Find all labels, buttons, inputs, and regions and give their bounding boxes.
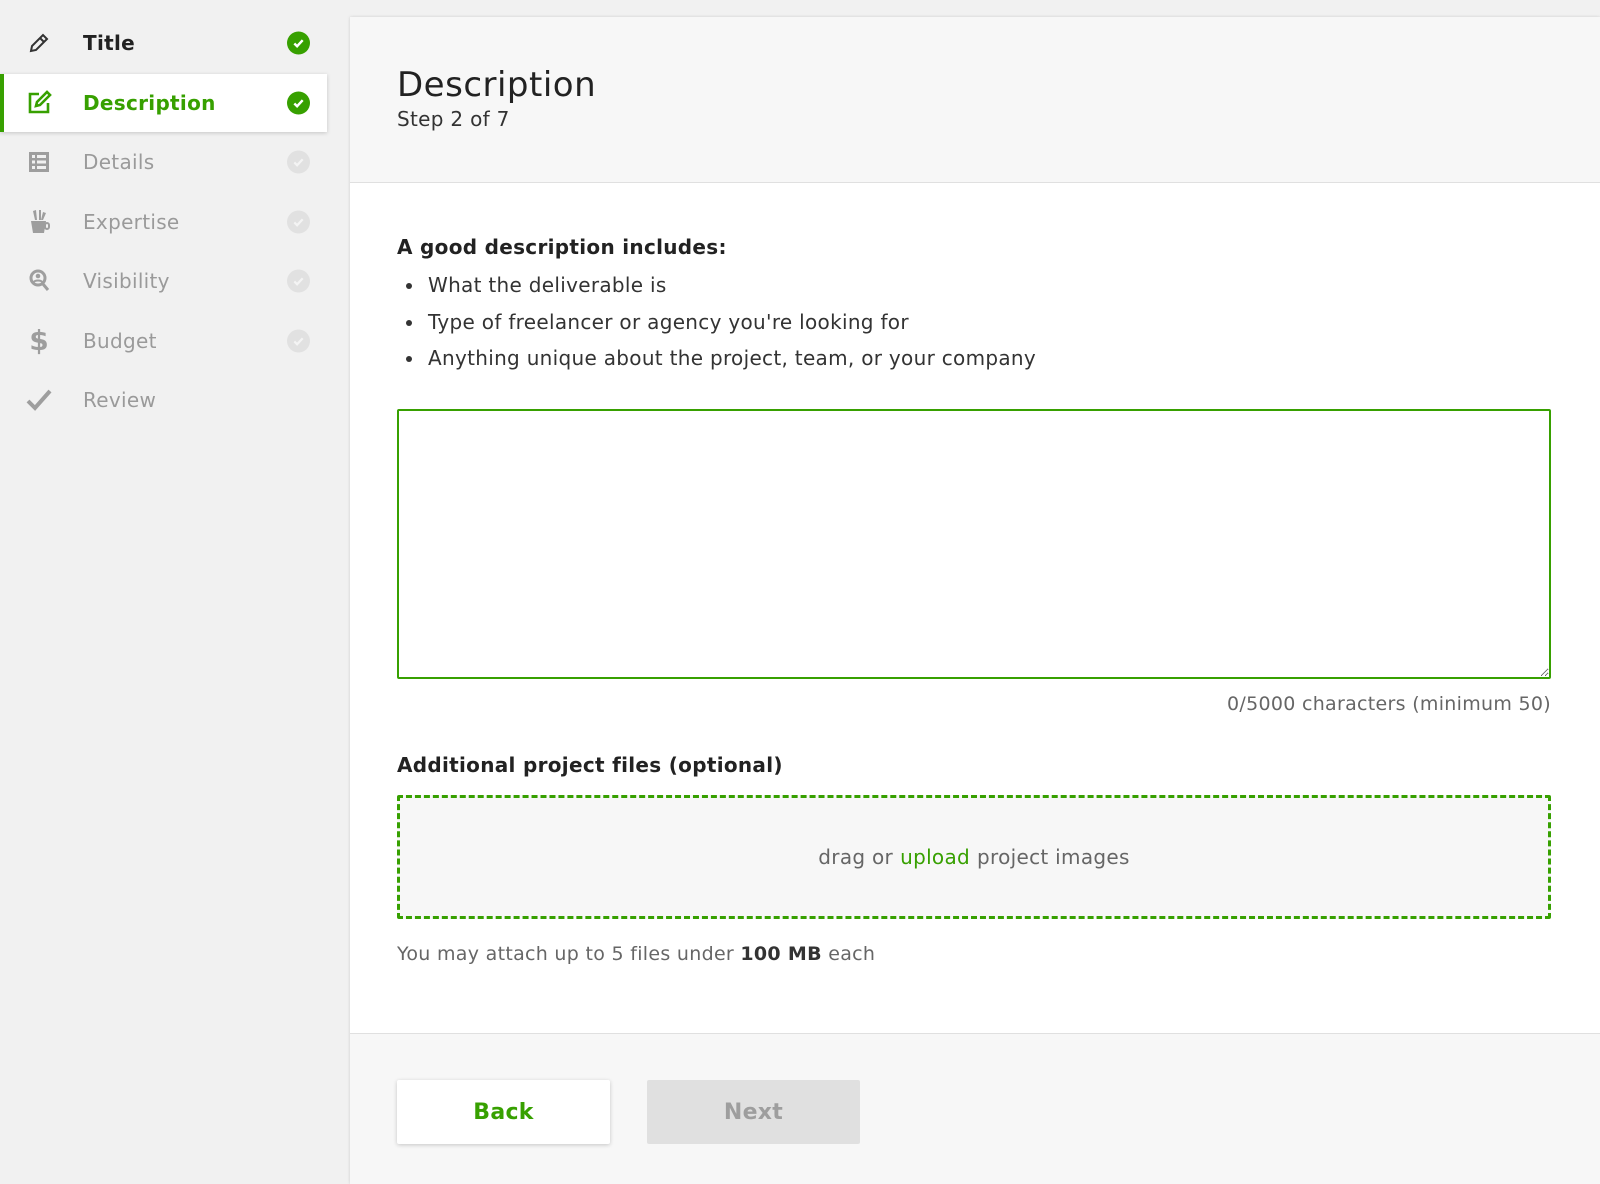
- page-title: Description: [397, 65, 597, 105]
- guide-heading: A good description includes:: [397, 235, 727, 259]
- sidebar-item-expertise[interactable]: Expertise: [0, 193, 327, 251]
- description-panel: Description Step 2 of 7 A good descripti…: [350, 17, 1600, 1184]
- sidebar-item-label: Budget: [83, 328, 157, 353]
- attachment-note-prefix: You may attach up to 5 files under: [397, 943, 735, 965]
- dollar-icon: $: [29, 324, 49, 357]
- step-indicator: Step 2 of 7: [397, 107, 510, 131]
- check-circle-icon: [287, 150, 310, 174]
- check-circle-icon: [287, 31, 310, 55]
- sidebar-item-label: Expertise: [83, 209, 180, 234]
- person-search-icon: [26, 268, 52, 294]
- check-circle-icon: [287, 269, 310, 293]
- list-item: Anything unique about the project, team,…: [397, 340, 1036, 377]
- check-circle-icon: [287, 329, 310, 352]
- list-item: Type of freelancer or agency you're look…: [397, 304, 1036, 341]
- sidebar-item-review[interactable]: Review: [0, 371, 327, 429]
- next-button[interactable]: Next: [647, 1080, 860, 1144]
- sidebar-item-title[interactable]: Title: [0, 14, 327, 72]
- edit-square-icon: [26, 89, 52, 116]
- list-icon: [26, 149, 52, 175]
- check-circle-icon: [287, 91, 310, 114]
- dropzone-suffix: project images: [977, 845, 1130, 869]
- sidebar-item-label: Title: [83, 31, 135, 55]
- attachment-size-limit: 100 MB: [740, 943, 822, 965]
- panel-header: Description Step 2 of 7: [350, 17, 1600, 183]
- panel-footer: Back Next: [350, 1033, 1600, 1184]
- sidebar-item-label: Review: [83, 388, 157, 412]
- back-button[interactable]: Back: [397, 1080, 610, 1144]
- panel-body: A good description includes: What the de…: [350, 183, 1600, 1032]
- sidebar-item-label: Description: [83, 90, 216, 115]
- file-dropzone[interactable]: drag or upload project images: [397, 795, 1551, 919]
- files-heading: Additional project files (optional): [397, 753, 783, 777]
- sidebar-item-budget[interactable]: $ Budget: [0, 312, 327, 370]
- list-item: What the deliverable is: [397, 267, 1036, 304]
- description-textarea[interactable]: [397, 409, 1551, 679]
- sidebar-item-label: Details: [83, 150, 155, 174]
- attachment-note: You may attach up to 5 files under 100 M…: [397, 943, 875, 965]
- checkmark-icon: [26, 387, 52, 413]
- sidebar-item-label: Visibility: [83, 269, 170, 293]
- guide-list: What the deliverable is Type of freelanc…: [397, 267, 1036, 377]
- character-counter: 0/5000 characters (minimum 50): [1226, 693, 1551, 715]
- brushes-cup-icon: [26, 209, 52, 235]
- pencil-icon: [26, 30, 52, 56]
- attachment-note-suffix: each: [828, 943, 876, 965]
- dropzone-prefix: drag or: [818, 845, 894, 869]
- sidebar-item-details[interactable]: Details: [0, 133, 327, 191]
- step-sidebar: Title Description Details Expertise Visi…: [0, 14, 327, 431]
- upload-link[interactable]: upload: [900, 845, 970, 869]
- sidebar-item-visibility[interactable]: Visibility: [0, 252, 327, 310]
- check-circle-icon: [287, 210, 310, 233]
- sidebar-item-description[interactable]: Description: [0, 73, 327, 132]
